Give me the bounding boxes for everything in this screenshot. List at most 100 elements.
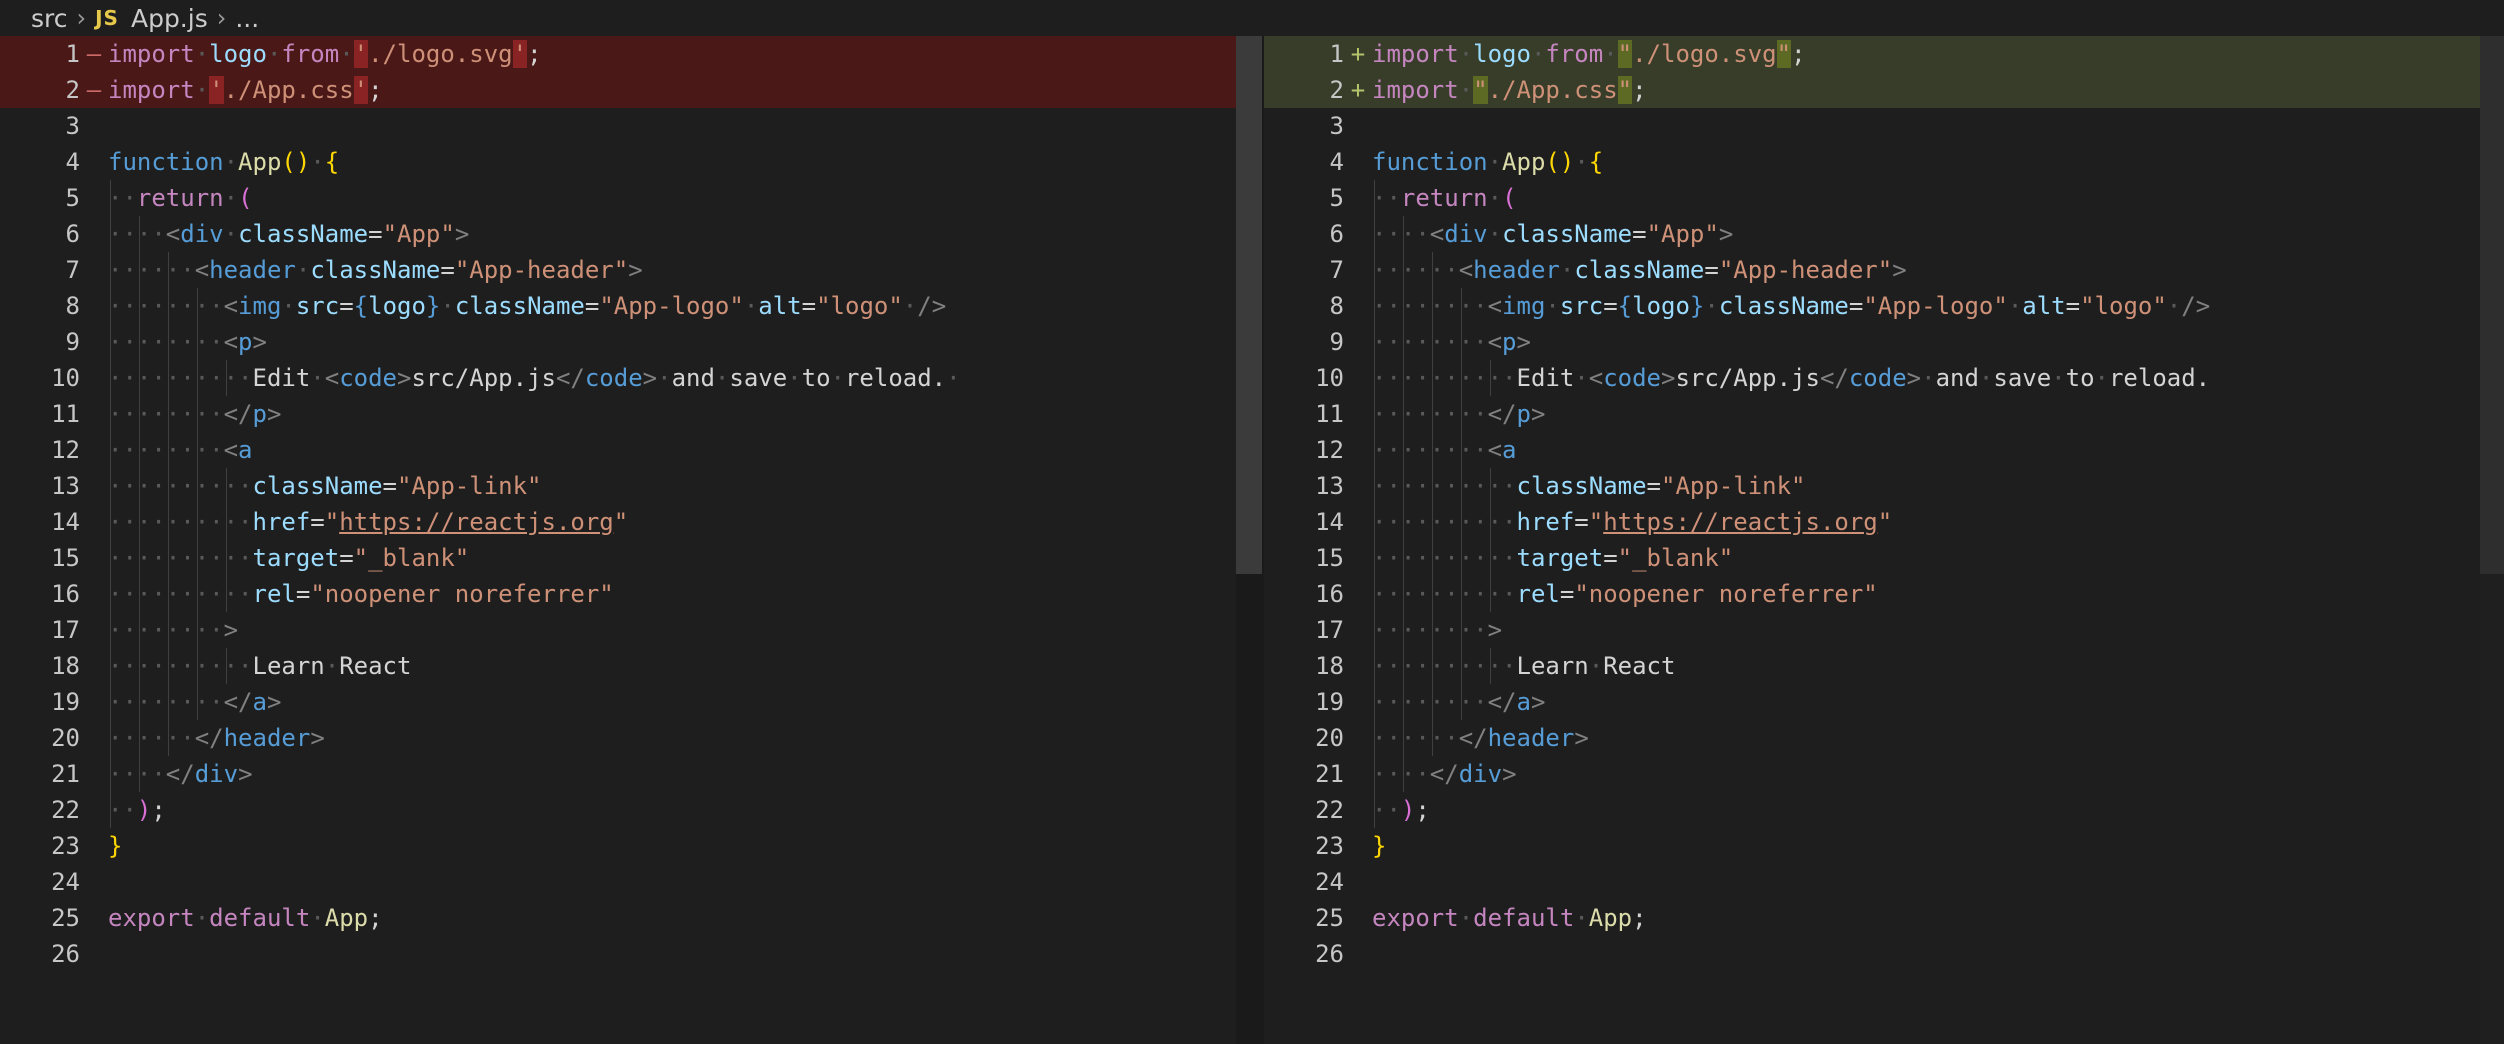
code-text: ········<img·src={logo}·className="App-l… (1372, 288, 2210, 324)
code-token: ·········· (108, 508, 253, 536)
code-line[interactable]: 23} (1264, 828, 2504, 864)
code-line[interactable]: 26 (1264, 936, 2504, 972)
code-line[interactable]: 10 ··········Edit·<code>src/App.js</code>… (0, 360, 1236, 396)
code-line[interactable]: 1 + import·logo·from·"./logo.svg"; (1264, 36, 2504, 72)
code-line[interactable]: 26 (0, 936, 1236, 972)
code-token: · (223, 184, 239, 212)
code-token: Learn (1516, 652, 1589, 680)
code-line[interactable]: 11 ········</p> (0, 396, 1236, 432)
code-token: div (1444, 220, 1488, 248)
code-line[interactable]: 10 ··········Edit·<code>src/App.js</code>… (1264, 360, 2504, 396)
code-line[interactable]: 11 ········</p> (1264, 396, 2504, 432)
line-number: 7 (1329, 256, 1344, 284)
line-number: 9 (1329, 328, 1344, 356)
code-line[interactable]: 5 ··return·( (0, 180, 1236, 216)
code-token: className (1718, 292, 1849, 320)
code-line[interactable]: 6 ····<div·className="App"> (0, 216, 1236, 252)
code-token: ········ (1372, 616, 1488, 644)
code-line[interactable]: 5 ··return·( (1264, 180, 2504, 216)
breadcrumb-more[interactable]: ... (235, 4, 259, 33)
code-line[interactable]: 19 ········</a> (1264, 684, 2504, 720)
code-token: · (1487, 148, 1503, 176)
breadcrumb-folder[interactable]: src (31, 4, 68, 33)
code-line[interactable]: 1— import·logo·from·'./logo.svg'; (0, 36, 1236, 72)
code-token: " (1588, 508, 1604, 536)
code-line[interactable]: 18 ··········Learn·React (0, 648, 1236, 684)
code-line[interactable]: 13 ··········className="App-link" (0, 468, 1236, 504)
code-text: ··········target="_blank" (108, 540, 469, 576)
code-line[interactable]: 22 ··); (0, 792, 1236, 828)
code-line[interactable]: 18 ··········Learn·React (1264, 648, 2504, 684)
line-number: 6 (1329, 220, 1344, 248)
code-line[interactable]: 21 ····</div> (1264, 756, 2504, 792)
code-line[interactable]: 20 ······</header> (1264, 720, 2504, 756)
code-token: from (281, 40, 340, 68)
line-number: 15 (51, 544, 80, 572)
code-line[interactable]: 17 ········> (1264, 612, 2504, 648)
line-number: 10 (1315, 364, 1344, 392)
code-line[interactable]: 15 ··········target="_blank" (0, 540, 1236, 576)
code-token: code (339, 364, 397, 392)
code-token: alt (758, 292, 802, 320)
code-token: ······ (1372, 256, 1459, 284)
code-line[interactable]: 21 ····</div> (0, 756, 1236, 792)
code-text: ········</a> (108, 684, 281, 720)
left-scrollbar-thumb[interactable] (1236, 36, 1262, 574)
code-text: ········</p> (1372, 396, 1545, 432)
code-line[interactable]: 16 ··········rel="noopener noreferrer" (1264, 576, 2504, 612)
line-number: 3 (65, 112, 80, 140)
code-token: code (1848, 364, 1907, 392)
code-line[interactable]: 4 function·App()·{ (1264, 144, 2504, 180)
code-token: ·········· (1372, 364, 1517, 392)
code-line[interactable]: 22 ··); (1264, 792, 2504, 828)
code-line[interactable]: 19 ········</a> (0, 684, 1236, 720)
right-scrollbar-thumb[interactable] (2480, 36, 2504, 574)
code-line[interactable]: 25 export·default·App; (0, 900, 1236, 936)
code-text: ··········rel="noopener noreferrer" (108, 576, 614, 612)
code-line[interactable]: 2 + import·"./App.css"; (1264, 72, 2504, 108)
code-token: "noopener noreferrer" (1574, 580, 1878, 608)
code-token: className (454, 292, 585, 320)
code-line[interactable]: 4 function·App()·{ (0, 144, 1236, 180)
code-line[interactable]: 20 ······</header> (0, 720, 1236, 756)
code-line[interactable]: 3 (1264, 108, 2504, 144)
code-token: ·········· (1372, 580, 1517, 608)
breadcrumb-file[interactable]: App.js (131, 4, 208, 33)
code-line[interactable]: 14 ··········href="https://reactjs.org" (1264, 504, 2504, 540)
code-line[interactable]: 9 ········<p> (1264, 324, 2504, 360)
code-line[interactable]: 12 ········<a (0, 432, 1236, 468)
code-token: import (1372, 40, 1459, 68)
right-scrollbar[interactable] (2480, 36, 2504, 1044)
code-token: > (310, 724, 325, 752)
pane-splitter[interactable] (1236, 36, 1264, 1044)
code-token: ·········· (1372, 472, 1517, 500)
code-token: import (108, 76, 195, 104)
code-token: } (425, 292, 441, 320)
line-number: 20 (1315, 724, 1344, 752)
code-line[interactable]: 9 ········<p> (0, 324, 1236, 360)
diff-original-pane[interactable]: 1— import·logo·from·'./logo.svg'; 2— import… (0, 36, 1236, 1044)
code-token: save (1993, 364, 2052, 392)
code-line[interactable]: 16 ··········rel="noopener noreferrer" (0, 576, 1236, 612)
code-line[interactable]: 24 (0, 864, 1236, 900)
code-line[interactable]: 25 export·default·App; (1264, 900, 2504, 936)
code-token: src (295, 292, 340, 320)
code-line[interactable]: 12 ········<a (1264, 432, 2504, 468)
code-text: ··return·( (1372, 180, 1517, 216)
code-line[interactable]: 14 ··········href="https://reactjs.org" (0, 504, 1236, 540)
code-line[interactable]: 17 ········> (0, 612, 1236, 648)
code-line[interactable]: 7 ······<header·className="App-header"> (0, 252, 1236, 288)
line-number: 16 (1315, 580, 1344, 608)
code-line[interactable]: 24 (1264, 864, 2504, 900)
code-token: ; (1632, 904, 1647, 932)
code-line[interactable]: 3 (0, 108, 1236, 144)
code-line[interactable]: 7 ······<header·className="App-header"> (1264, 252, 2504, 288)
code-line[interactable]: 2— import·'./App.css'; (0, 72, 1236, 108)
code-line[interactable]: 8 ········<img·src={logo}·className="App-… (1264, 288, 2504, 324)
code-line[interactable]: 6 ····<div·className="App"> (1264, 216, 2504, 252)
code-line[interactable]: 13 ··········className="App-link" (1264, 468, 2504, 504)
diff-modified-pane[interactable]: 1 + import·logo·from·"./logo.svg"; 2 + import… (1264, 36, 2504, 1044)
code-line[interactable]: 15 ··········target="_blank" (1264, 540, 2504, 576)
code-line[interactable]: 23} (0, 828, 1236, 864)
code-line[interactable]: 8 ········<img·src={logo}·className="App-… (0, 288, 1236, 324)
